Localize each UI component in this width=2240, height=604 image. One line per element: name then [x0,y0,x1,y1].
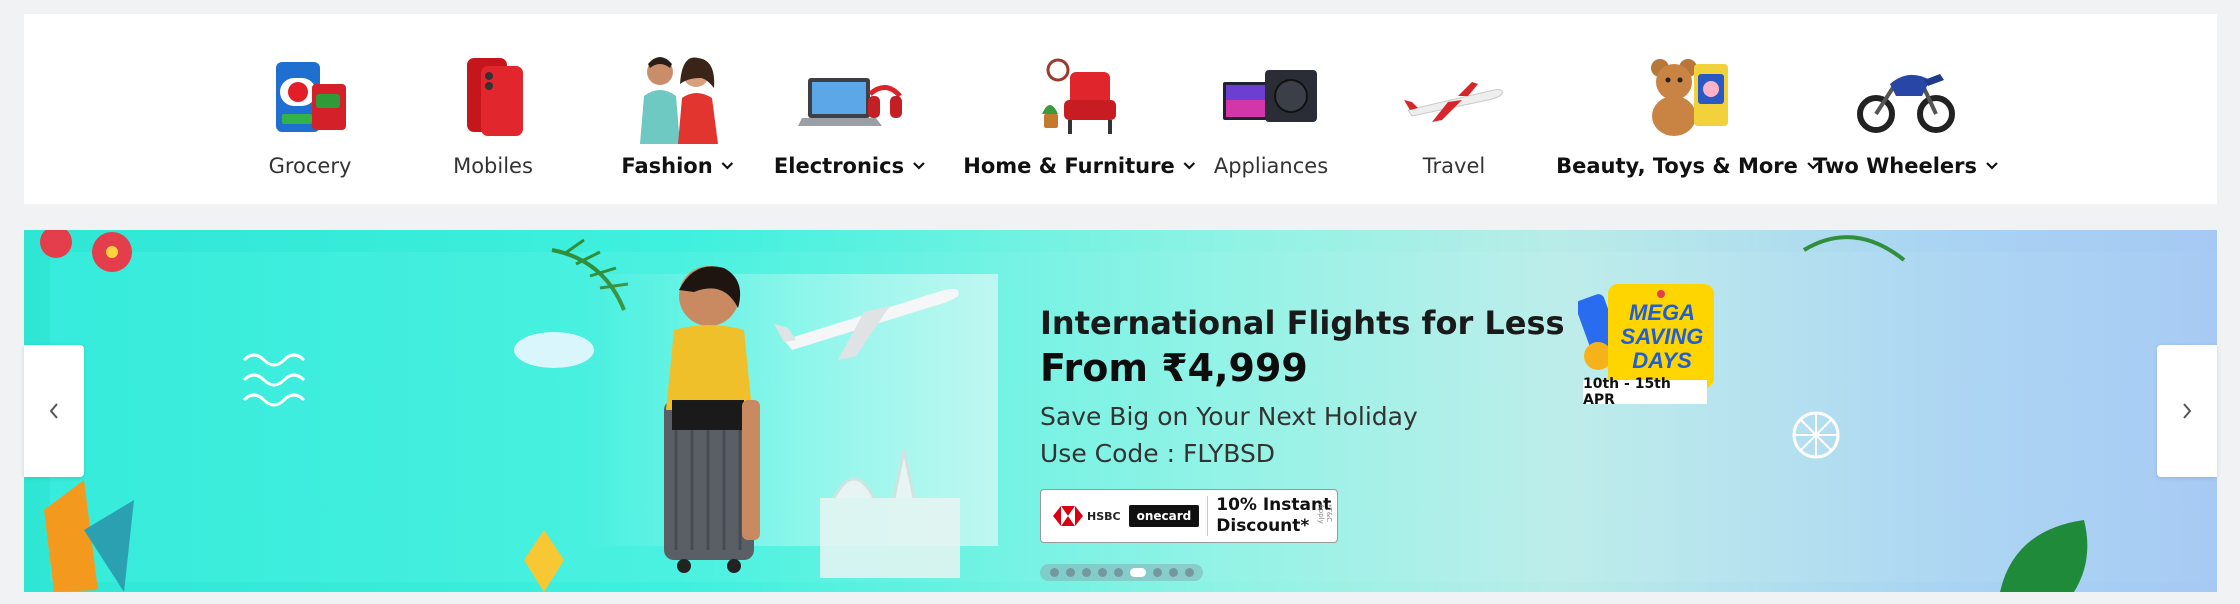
grocery-icon [276,62,346,132]
chevron-down-icon [721,162,734,170]
category-beauty-toys[interactable]: Beauty, Toys & More [1556,14,1819,204]
category-label: Travel [1422,154,1486,178]
banner-price: From ₹4,999 [1040,346,1308,390]
badge-line2: SAVING [1621,324,1704,349]
carousel-dot-active[interactable] [1129,568,1146,577]
hero-banner[interactable]: International Flights for Less From ₹4,9… [24,230,2217,592]
banner-headline: International Flights for Less [1040,304,1565,342]
category-electronics[interactable]: Electronics [774,14,925,204]
two-wheelers-icon [1857,74,1955,133]
category-label: Mobiles [453,154,533,178]
home-furniture-icon [1042,58,1116,134]
carousel-dot[interactable] [1097,568,1107,577]
category-label: Home & Furniture [963,154,1196,178]
category-appliances[interactable]: Appliances [1213,14,1329,204]
category-fashion[interactable]: Fashion [621,14,734,204]
hsbc-hexagon-icon [1053,506,1083,526]
badge-line1: MEGA [1629,300,1695,325]
carousel-next-button[interactable] [2157,345,2217,477]
chevron-down-icon [1183,162,1196,170]
carousel-dot[interactable] [1168,568,1178,577]
category-label: Appliances [1213,154,1329,178]
carousel-dot[interactable] [1152,568,1162,577]
category-grocery[interactable]: Grocery [254,14,366,204]
hsbc-logo: HSBC [1053,506,1121,526]
carousel-dot[interactable] [1184,568,1194,577]
category-two-wheelers[interactable]: Two Wheelers [1813,14,1998,204]
carousel-dot[interactable] [1113,568,1123,577]
mobiles-icon [467,58,523,136]
category-mobiles[interactable]: Mobiles [437,14,549,204]
category-label: Two Wheelers [1813,154,1999,178]
category-label: Beauty, Toys & More [1556,154,1820,178]
traveller-illustration [664,266,960,578]
banner-promo-code: Use Code : FLYBSD [1040,439,1276,468]
electronics-icon [798,78,902,126]
carousel-dot[interactable] [1049,568,1059,577]
badge-line3: DAYS [1632,348,1692,373]
offer-divider [1207,496,1209,536]
category-label: Fashion [621,154,734,178]
badge-dates: 10th - 15th APR [1583,376,1707,408]
tnc-note: *T&C Apply [1317,504,1333,524]
carousel-prev-button[interactable] [24,345,84,477]
chevron-left-icon [49,403,58,419]
fashion-icon [640,57,718,144]
onecard-logo: onecard [1128,505,1200,527]
banner-subline: Save Big on Your Next Holiday [1040,402,1418,431]
category-bar: Grocery Mobiles Fashion Electronics Home… [24,14,2217,204]
travel-icon [1404,82,1503,122]
bank-offer-box: HSBC onecard 10% Instant Discount* *T&C … [1040,489,1338,543]
category-travel[interactable]: Travel [1398,14,1510,204]
carousel-dot[interactable] [1081,568,1091,577]
category-home-furniture[interactable]: Home & Furniture [963,14,1196,204]
chevron-right-icon [2183,403,2192,419]
category-label: Electronics [774,154,926,178]
offer-text: 10% Instant Discount* [1216,495,1332,536]
carousel-dot[interactable] [1065,568,1075,577]
chevron-down-icon [1986,162,1998,170]
appliances-icon [1223,70,1317,122]
chevron-down-icon [913,162,925,170]
category-label: Grocery [268,154,352,178]
carousel-indicator [1040,564,1203,581]
beauty-toys-icon [1651,59,1728,136]
